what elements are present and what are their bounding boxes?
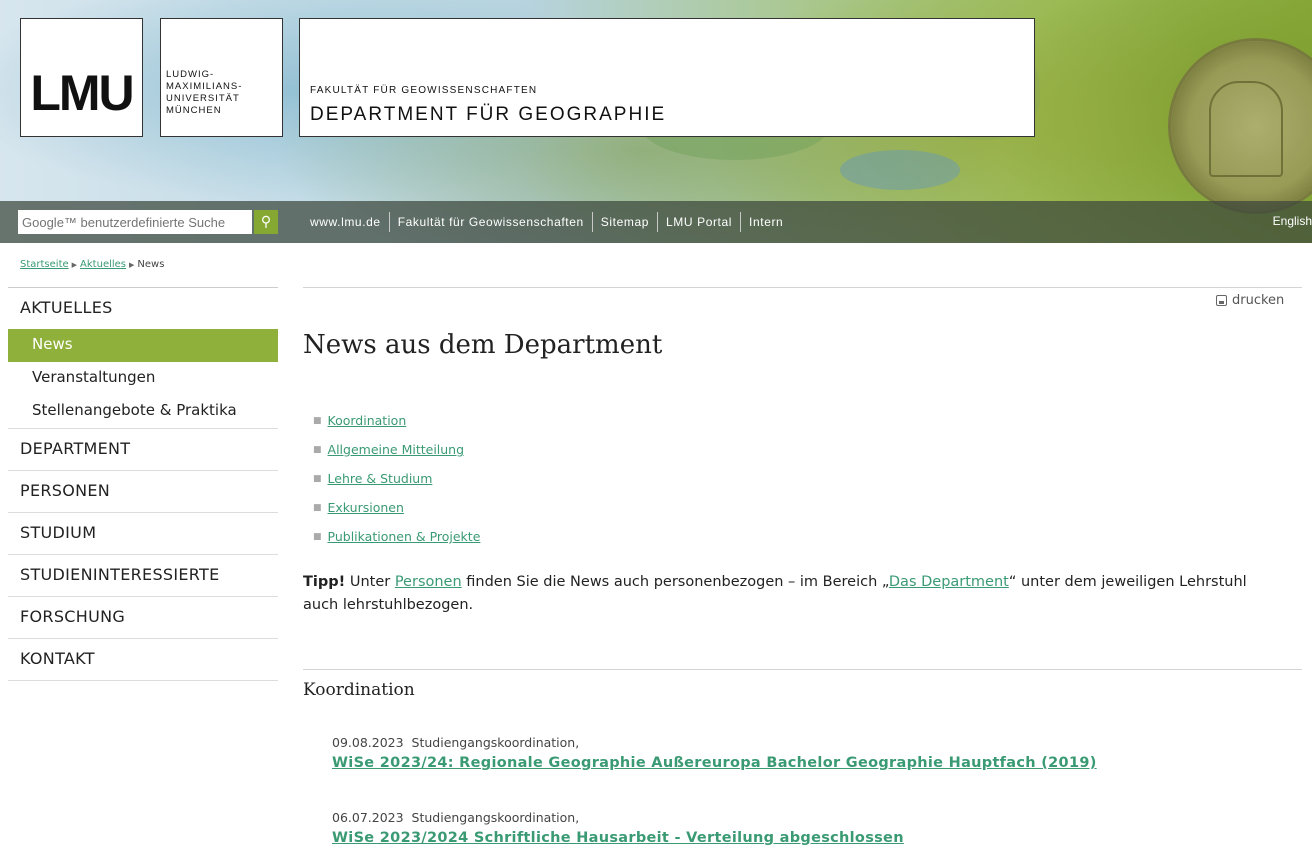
das-department-link[interactable]: Das Department: [889, 574, 1009, 590]
nav-link-lmu-portal[interactable]: LMU Portal: [666, 215, 732, 229]
sidebar-item-veranstaltungen[interactable]: Veranstaltungen: [8, 362, 278, 395]
department-name: DEPARTMENT FÜR GEOGRAPHIE: [310, 104, 667, 125]
news-source: Studiengangskoordination,: [411, 810, 580, 825]
sidebar-item-studieninteressierte[interactable]: STUDIENINTERESSIERTE: [8, 554, 278, 596]
university-name-line: MÜNCHEN: [166, 105, 222, 116]
tip-text: finden Sie die News auch personenbezogen…: [461, 574, 889, 590]
breadcrumb-arrow-icon: ▶: [71, 261, 78, 269]
personen-link[interactable]: Personen: [395, 574, 462, 590]
nav-link-sitemap[interactable]: Sitemap: [601, 215, 649, 229]
category-link-koordination[interactable]: Koordination: [328, 413, 407, 428]
university-name-line: MAXIMILIANS-: [166, 81, 243, 92]
lmu-logo-text: LMU: [30, 64, 134, 121]
news-title-link[interactable]: WiSe 2023/24: Regionale Geographie Außer…: [332, 755, 1097, 771]
sidebar-divider: [8, 680, 278, 681]
breadcrumb: Startseite ▶ Aktuelles ▶ News: [20, 259, 164, 270]
news-title-link[interactable]: WiSe 2023/2024 Schriftliche Hausarbeit -…: [332, 830, 904, 846]
sidebar-item-forschung[interactable]: FORSCHUNG: [8, 596, 278, 638]
sidebar-nav: AKTUELLES News Veranstaltungen Stellenan…: [8, 287, 278, 681]
university-seal-icon: [1168, 38, 1312, 214]
section-title-koordination: Koordination: [303, 680, 415, 700]
bullet-icon: ■: [313, 503, 322, 513]
nav-separator: [657, 212, 659, 232]
nav-link-intern[interactable]: Intern: [749, 215, 783, 229]
list-item: ■ Koordination: [313, 413, 480, 442]
breadcrumb-aktuelles[interactable]: Aktuelles: [80, 259, 126, 270]
nav-link-lmu[interactable]: www.lmu.de: [310, 215, 381, 229]
sidebar-item-news[interactable]: News: [8, 329, 278, 362]
university-name-box[interactable]: LUDWIG- MAXIMILIANS- UNIVERSITÄT MÜNCHEN: [160, 18, 283, 137]
section-divider: [303, 669, 1302, 670]
breadcrumb-startseite[interactable]: Startseite: [20, 259, 69, 270]
nav-separator: [740, 212, 742, 232]
list-item: ■ Publikationen & Projekte: [313, 529, 480, 558]
category-link-publikationen[interactable]: Publikationen & Projekte: [328, 529, 481, 544]
header-banner: LMU LUDWIG- MAXIMILIANS- UNIVERSITÄT MÜN…: [0, 0, 1312, 243]
sidebar-item-kontakt[interactable]: KONTAKT: [8, 638, 278, 680]
list-item: ■ Lehre & Studium: [313, 471, 480, 500]
lmu-logo[interactable]: LMU: [20, 18, 143, 137]
faculty-name: FAKULTÄT FÜR GEOWISSENSCHAFTEN: [310, 85, 538, 96]
news-item: 09.08.2023 Studiengangskoordination, WiS…: [332, 735, 1097, 771]
top-nav-links: www.lmu.de Fakultät für Geowissenschafte…: [310, 201, 783, 243]
nav-separator: [591, 212, 593, 232]
category-link-allgemeine-mitteilung[interactable]: Allgemeine Mitteilung: [328, 442, 465, 457]
search-input[interactable]: [18, 210, 252, 234]
sidebar-item-department[interactable]: DEPARTMENT: [8, 428, 278, 470]
category-link-lehre-studium[interactable]: Lehre & Studium: [328, 471, 433, 486]
list-item: ■ Allgemeine Mitteilung: [313, 442, 480, 471]
news-source: Studiengangskoordination,: [411, 735, 580, 750]
news-meta: 06.07.2023 Studiengangskoordination,: [332, 810, 904, 830]
printer-icon: [1216, 295, 1227, 306]
list-item: ■ Exkursionen: [313, 500, 480, 529]
bullet-icon: ■: [313, 445, 322, 455]
breadcrumb-current: News: [137, 259, 165, 270]
top-navbar: ⚲ www.lmu.de Fakultät für Geowissenschaf…: [0, 201, 1312, 243]
search-box: ⚲: [18, 210, 278, 234]
nav-link-fakultaet[interactable]: Fakultät für Geowissenschaften: [398, 215, 584, 229]
department-title-box[interactable]: FAKULTÄT FÜR GEOWISSENSCHAFTEN DEPARTMEN…: [299, 18, 1035, 137]
sidebar-item-aktuelles[interactable]: AKTUELLES: [8, 287, 278, 329]
university-name-line: LUDWIG-: [166, 69, 215, 80]
language-switch-english[interactable]: English: [1273, 214, 1312, 228]
sidebar-item-studium[interactable]: STUDIUM: [8, 512, 278, 554]
bullet-icon: ■: [313, 474, 322, 484]
breadcrumb-arrow-icon: ▶: [129, 261, 135, 269]
tip-paragraph: Tipp! Unter Personen finden Sie die News…: [303, 571, 1263, 617]
category-link-exkursionen[interactable]: Exkursionen: [328, 500, 404, 515]
news-date: 06.07.2023: [332, 810, 404, 825]
sidebar-item-stellenangebote[interactable]: Stellenangebote & Praktika: [8, 395, 278, 428]
page-title: News aus dem Department: [303, 330, 663, 360]
sidebar-item-personen[interactable]: PERSONEN: [8, 470, 278, 512]
bullet-icon: ■: [313, 416, 322, 426]
tip-text: Unter: [345, 574, 395, 590]
category-list: ■ Koordination ■ Allgemeine Mitteilung ■ Le…: [313, 413, 480, 558]
university-name-line: UNIVERSITÄT: [166, 93, 240, 104]
print-button[interactable]: drucken: [1216, 293, 1284, 308]
search-icon[interactable]: ⚲: [254, 210, 278, 234]
map-sea-decoration: [840, 150, 960, 190]
seal-figure: [1209, 81, 1283, 177]
nav-separator: [388, 212, 390, 232]
news-date: 09.08.2023: [332, 735, 404, 750]
news-meta: 09.08.2023 Studiengangskoordination,: [332, 735, 1097, 755]
bullet-icon: ■: [313, 532, 322, 542]
tip-label: Tipp!: [303, 574, 346, 590]
content-divider: [303, 287, 1302, 288]
news-item: 06.07.2023 Studiengangskoordination, WiS…: [332, 810, 904, 846]
print-label: drucken: [1232, 293, 1285, 308]
